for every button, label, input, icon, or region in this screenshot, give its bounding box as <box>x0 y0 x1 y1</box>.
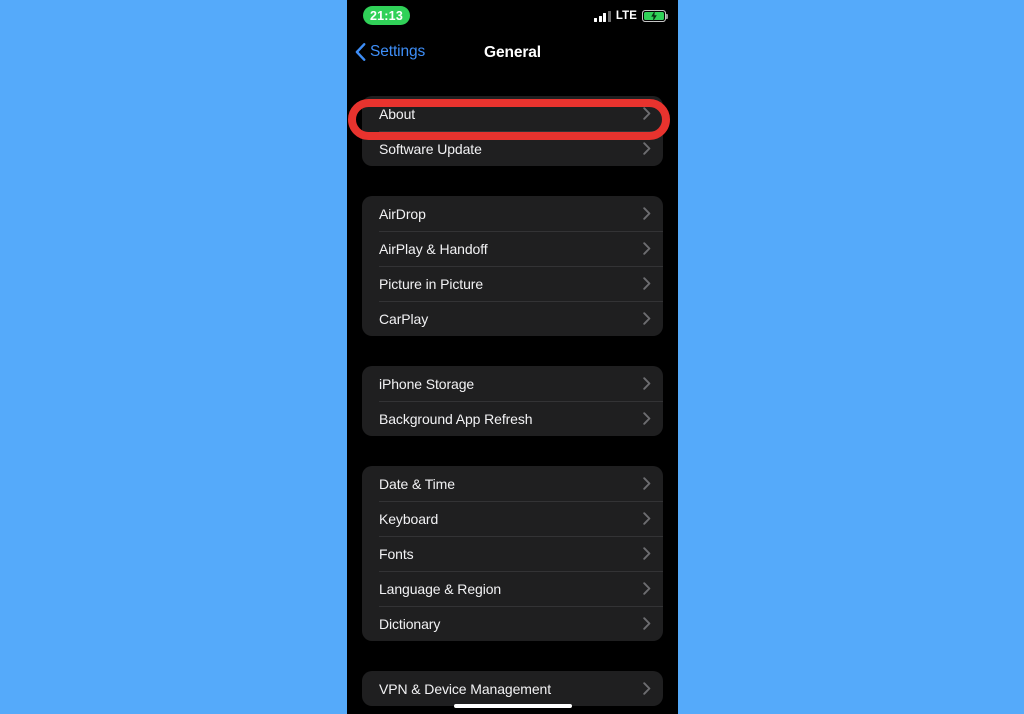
chevron-right-icon <box>643 377 651 390</box>
settings-row-label: Dictionary <box>379 615 441 632</box>
lightning-bolt-icon <box>651 10 657 22</box>
status-indicators: LTE <box>594 8 669 24</box>
settings-row-iphone-storage[interactable]: iPhone Storage <box>362 366 663 401</box>
status-bar: 21:13 LTE <box>347 0 678 36</box>
signal-bars-icon <box>594 10 611 22</box>
settings-row-carplay[interactable]: CarPlay <box>362 301 663 336</box>
chevron-right-icon <box>643 412 651 425</box>
settings-row-label: AirDrop <box>379 205 426 222</box>
settings-row-label: Picture in Picture <box>379 275 484 292</box>
settings-row-label: Keyboard <box>379 510 439 527</box>
settings-row-label: AirPlay & Handoff <box>379 240 488 257</box>
chevron-right-icon <box>643 142 651 155</box>
settings-row-label: Background App Refresh <box>379 410 533 427</box>
settings-row-label: Date & Time <box>379 475 455 492</box>
chevron-right-icon <box>643 207 651 220</box>
settings-row-label: CarPlay <box>379 310 429 327</box>
carrier-label: LTE <box>615 10 637 22</box>
status-time: 21:13 <box>363 6 410 25</box>
settings-row-background-app-refresh[interactable]: Background App Refresh <box>362 401 663 436</box>
settings-row-label: VPN & Device Management <box>379 680 552 697</box>
home-indicator-bar <box>453 703 572 708</box>
settings-row-fonts[interactable]: Fonts <box>362 536 663 571</box>
settings-row-airdrop[interactable]: AirDrop <box>362 196 663 231</box>
chevron-right-icon <box>643 547 651 560</box>
settings-row-label: Fonts <box>379 545 414 562</box>
settings-row-label: Software Update <box>379 140 482 157</box>
battery-charging-icon <box>642 10 669 22</box>
settings-group: VPN & Device Management <box>362 671 663 706</box>
settings-row-about[interactable]: About <box>362 96 663 131</box>
chevron-right-icon <box>643 277 651 290</box>
nav-bar: Settings General <box>347 40 678 72</box>
settings-row-vpn-device-management[interactable]: VPN & Device Management <box>362 671 663 706</box>
settings-row-label: About <box>379 105 416 122</box>
settings-group: iPhone Storage Background App Refresh <box>362 366 663 436</box>
chevron-right-icon <box>643 512 651 525</box>
settings-row-label: Language & Region <box>379 580 502 597</box>
phone-screen: 21:13 LTE Settings General About Software… <box>347 0 678 714</box>
chevron-right-icon <box>643 107 651 120</box>
settings-group: About Software Update <box>362 96 663 166</box>
settings-row-label: iPhone Storage <box>379 375 475 392</box>
chevron-right-icon <box>643 242 651 255</box>
chevron-right-icon <box>643 477 651 490</box>
settings-group: AirDrop AirPlay & Handoff Picture in Pictu… <box>362 196 663 336</box>
settings-row-keyboard[interactable]: Keyboard <box>362 501 663 536</box>
settings-group: Date & Time Keyboard Fonts Language & Regio… <box>362 466 663 641</box>
settings-row-date-time[interactable]: Date & Time <box>362 466 663 501</box>
page-title: General <box>483 44 542 61</box>
chevron-right-icon <box>643 312 651 325</box>
chevron-right-icon <box>643 617 651 630</box>
settings-row-airplay-handoff[interactable]: AirPlay & Handoff <box>362 231 663 266</box>
chevron-right-icon <box>643 582 651 595</box>
chevron-right-icon <box>643 682 651 695</box>
settings-list: About Software Update AirDrop AirPlay & Han… <box>347 96 678 714</box>
settings-row-language-region[interactable]: Language & Region <box>362 571 663 606</box>
settings-row-picture-in-picture[interactable]: Picture in Picture <box>362 266 663 301</box>
settings-row-software-update[interactable]: Software Update <box>362 131 663 166</box>
settings-row-dictionary[interactable]: Dictionary <box>362 606 663 641</box>
